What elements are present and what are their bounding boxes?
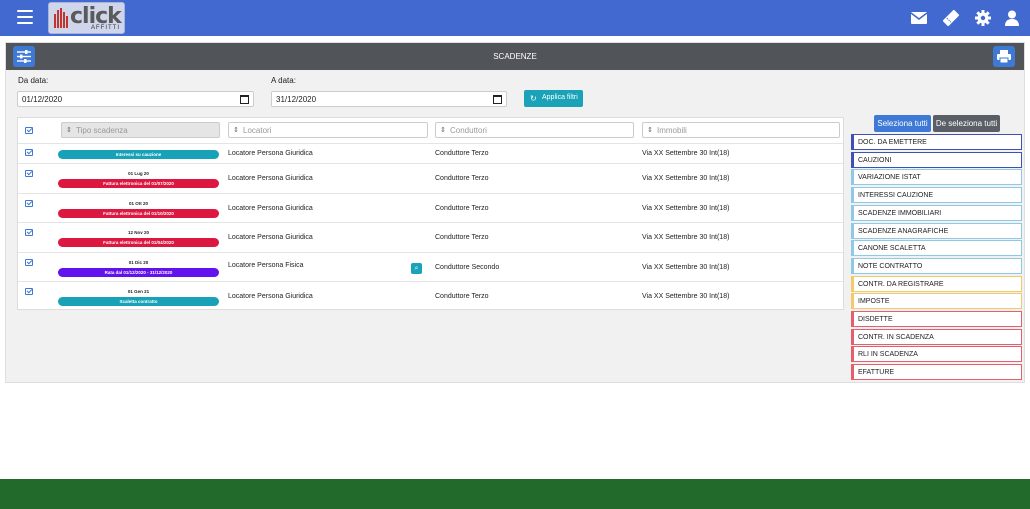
filter-locatori[interactable]: ⇕ Locatori bbox=[228, 122, 428, 138]
select-all-button[interactable]: Seleziona tutti bbox=[874, 115, 931, 132]
deselect-all-button[interactable]: De seleziona tutti bbox=[933, 115, 1000, 132]
row-checkbox[interactable] bbox=[25, 200, 33, 207]
ticket-icon[interactable] bbox=[942, 9, 960, 27]
user-icon[interactable] bbox=[1003, 9, 1021, 27]
logo[interactable]: click AFFITTI bbox=[48, 2, 125, 34]
from-date-label: Da data: bbox=[18, 76, 49, 85]
immobile-cell: Via XX Settembre 30 Int(18) bbox=[642, 264, 730, 271]
row-checkbox[interactable] bbox=[25, 149, 33, 156]
scadenze-table: ⇕ Tipo scadenza ⇕ Locatori ⇕ Conduttori ⇕ Im… bbox=[17, 117, 844, 310]
immobile-cell: Via XX Settembre 30 Int(18) bbox=[642, 175, 730, 182]
apply-filters-label: Applica filtri bbox=[542, 94, 578, 101]
category-filter-item[interactable]: DOC. DA EMETTERE bbox=[851, 134, 1022, 150]
category-filter-item[interactable]: CONTR. DA REGISTRARE bbox=[851, 275, 1022, 292]
type-pill: Rata dal 01/12/2020 - 31/12/2020 bbox=[58, 268, 219, 277]
category-filter-item[interactable]: INTERESSI CAUZIONE bbox=[851, 187, 1022, 204]
sort-icon[interactable]: ⇕ bbox=[233, 126, 239, 134]
filter-placeholder: Conduttori bbox=[450, 126, 487, 135]
select-all-checkbox[interactable] bbox=[25, 127, 33, 134]
row-checkbox[interactable] bbox=[25, 288, 33, 295]
type-pill: Fattura elettronica del 01/07/2020 bbox=[58, 179, 219, 188]
conduttore-cell: Conduttore Terzo bbox=[435, 175, 489, 182]
zoom-icon[interactable]: ⌕ bbox=[411, 263, 422, 274]
to-date-label: A data: bbox=[271, 76, 296, 85]
envelope-icon[interactable] bbox=[910, 9, 928, 27]
category-filter-item[interactable]: VARIAZIONE ISTAT bbox=[851, 169, 1022, 186]
page-title: SCADENZE bbox=[493, 52, 537, 61]
category-filter-item[interactable]: NOTE CONTRATTO bbox=[851, 257, 1022, 274]
refresh-icon: ↻ bbox=[530, 94, 537, 103]
conduttore-cell: Conduttore Terzo bbox=[435, 293, 489, 300]
category-filter-item[interactable]: DISDETTE bbox=[851, 311, 1022, 327]
sort-icon[interactable]: ⇕ bbox=[440, 126, 446, 134]
type-pill: Fattura elettronica del 01/10/2020 bbox=[58, 209, 219, 218]
table-row[interactable]: 01 Ott 20 Fattura elettronica del 01/10/… bbox=[18, 193, 843, 222]
row-date: 01 Ott 20 bbox=[128, 201, 148, 206]
type-pill: Scaletta contratto bbox=[58, 297, 219, 306]
category-filter-item[interactable]: SCADENZE IMMOBILIARI bbox=[851, 204, 1022, 221]
row-date: 01 Dic 20 bbox=[128, 260, 149, 265]
filter-placeholder: Immobili bbox=[657, 126, 687, 135]
immobile-cell: Via XX Settembre 30 Int(18) bbox=[642, 150, 730, 157]
type-pill: Interessi su cauzione bbox=[58, 150, 219, 159]
from-date-value: 01/12/2020 bbox=[22, 95, 63, 104]
to-date-value: 31/12/2020 bbox=[276, 95, 317, 104]
gear-icon[interactable] bbox=[974, 9, 992, 27]
conduttore-cell: Conduttore Secondo bbox=[435, 264, 500, 271]
logo-bars-icon bbox=[54, 8, 68, 28]
table-row[interactable]: Interessi su cauzione Locatore Persona G… bbox=[18, 143, 843, 163]
row-date: 01 Gen 21 bbox=[127, 289, 150, 294]
sort-icon[interactable]: ⇕ bbox=[66, 126, 72, 134]
top-navbar: click AFFITTI bbox=[0, 0, 1030, 36]
table-row[interactable]: 01 Dic 20 Rata dal 01/12/2020 - 31/12/20… bbox=[18, 252, 843, 281]
locatore-cell: Locatore Persona Giuridica bbox=[228, 293, 313, 300]
calendar-icon[interactable] bbox=[240, 95, 249, 104]
locatore-cell: Locatore Persona Giuridica bbox=[228, 205, 313, 212]
filter-placeholder: Locatori bbox=[243, 126, 272, 135]
category-filter-item[interactable]: SCADENZE ANAGRAFICHE bbox=[851, 222, 1022, 239]
logo-subtitle: AFFITTI bbox=[91, 25, 120, 31]
filter-placeholder: Tipo scadenza bbox=[76, 126, 128, 135]
table-row[interactable]: 01 Lug 20 Fattura elettronica del 01/07/… bbox=[18, 163, 843, 193]
row-date: 01 Lug 20 bbox=[128, 171, 149, 176]
table-row[interactable]: 01 Gen 21 Scaletta contratto Locatore Pe… bbox=[18, 281, 843, 310]
locatore-cell: Locatore Persona Giuridica bbox=[228, 234, 313, 241]
type-pill: Fattura elettronica del 01/04/2020 bbox=[58, 238, 219, 247]
category-filter-item[interactable]: CANONE SCALETTA bbox=[851, 240, 1022, 257]
row-checkbox[interactable] bbox=[25, 229, 33, 236]
print-icon bbox=[997, 50, 1011, 64]
category-filter-item[interactable]: CONTR. IN SCADENZA bbox=[851, 328, 1022, 345]
filter-tipo-scadenza[interactable]: ⇕ Tipo scadenza bbox=[61, 122, 220, 138]
locatore-cell: Locatore Persona Giuridica bbox=[228, 175, 313, 182]
panel-header: SCADENZE bbox=[6, 43, 1024, 70]
from-date-input[interactable]: 01/12/2020 bbox=[17, 91, 254, 107]
conduttore-cell: Conduttore Terzo bbox=[435, 234, 489, 241]
category-filter-item[interactable]: IMPOSTE bbox=[851, 293, 1022, 310]
calendar-icon[interactable] bbox=[493, 95, 502, 104]
print-button[interactable] bbox=[993, 46, 1015, 67]
row-date: 12 Nov 20 bbox=[127, 230, 149, 235]
category-filter-item[interactable]: EFATTURE bbox=[851, 364, 1022, 381]
table-row[interactable]: 12 Nov 20 Fattura elettronica del 01/04/… bbox=[18, 222, 843, 252]
apply-filters-button[interactable]: ↻ Applica filtri bbox=[524, 90, 583, 107]
conduttore-cell: Conduttore Terzo bbox=[435, 205, 489, 212]
category-filter-item[interactable]: CAUZIONI bbox=[851, 151, 1022, 168]
immobile-cell: Via XX Settembre 30 Int(18) bbox=[642, 234, 730, 241]
footer bbox=[0, 479, 1030, 509]
category-filter-item[interactable]: RLI IN SCADENZA bbox=[851, 346, 1022, 363]
menu-icon[interactable] bbox=[17, 10, 33, 24]
sort-icon[interactable]: ⇕ bbox=[647, 126, 653, 134]
conduttore-cell: Conduttore Terzo bbox=[435, 150, 489, 157]
locatore-cell: Locatore Persona Fisica bbox=[228, 262, 304, 269]
to-date-input[interactable]: 31/12/2020 bbox=[271, 91, 507, 107]
locatore-cell: Locatore Persona Giuridica bbox=[228, 150, 313, 157]
row-checkbox[interactable] bbox=[25, 259, 33, 266]
immobile-cell: Via XX Settembre 30 Int(18) bbox=[642, 293, 730, 300]
filter-immobili[interactable]: ⇕ Immobili bbox=[642, 122, 840, 138]
filter-conduttori[interactable]: ⇕ Conduttori bbox=[435, 122, 634, 138]
row-checkbox[interactable] bbox=[25, 170, 33, 177]
immobile-cell: Via XX Settembre 30 Int(18) bbox=[642, 205, 730, 212]
